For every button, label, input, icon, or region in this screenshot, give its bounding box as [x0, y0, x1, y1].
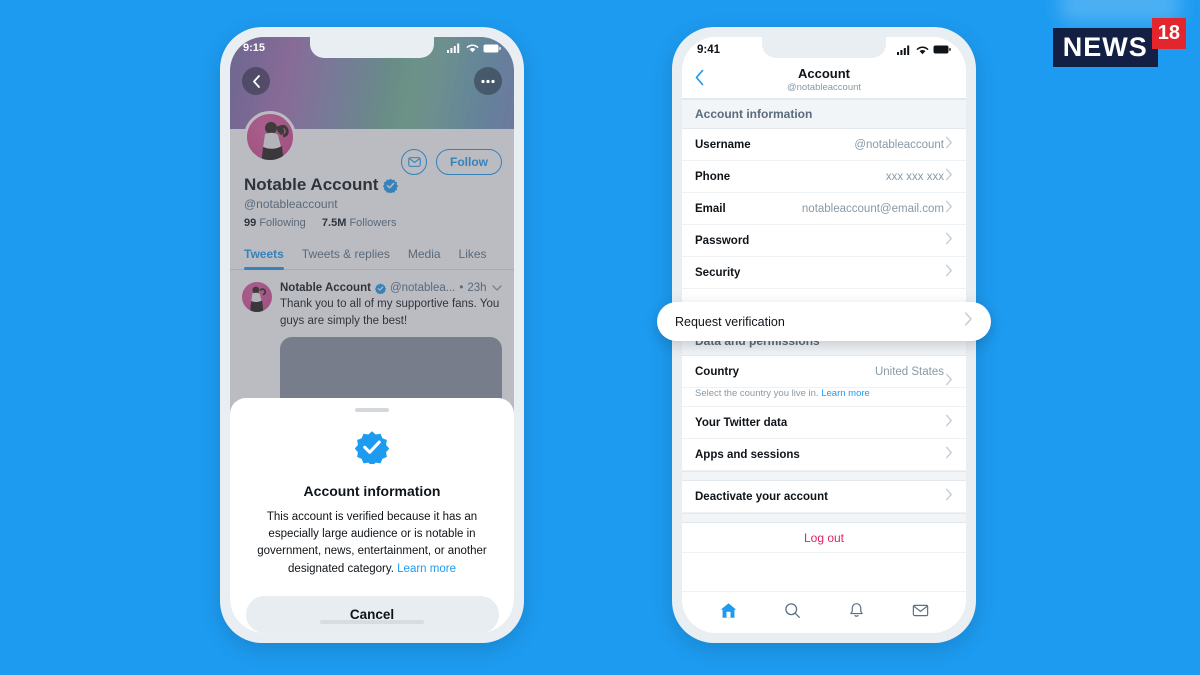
sheet-title: Account information — [303, 482, 441, 499]
profile-back-button[interactable] — [242, 67, 270, 95]
cellular-signal-icon — [447, 43, 460, 53]
chevron-right-icon — [945, 446, 953, 464]
section-spacer — [682, 513, 966, 523]
right-status-time: 9:41 — [697, 43, 721, 56]
tab-notifications[interactable] — [848, 602, 865, 624]
chevron-right-icon — [945, 488, 953, 506]
tab-search[interactable] — [784, 602, 801, 624]
home-indicator — [320, 620, 424, 624]
settings-row-label: Apps and sessions — [695, 448, 800, 461]
settings-row-value: United States — [874, 365, 944, 378]
chevron-right-icon — [945, 168, 953, 186]
section-header: Account information — [682, 99, 966, 129]
settings-row-label: Deactivate your account — [695, 490, 828, 503]
sheet-description: This account is verified because it has … — [252, 509, 492, 578]
battery-icon — [483, 44, 501, 52]
settings-row[interactable]: Deactivate your account — [682, 481, 966, 513]
news18-logo: NEWS 18 — [1052, 18, 1186, 67]
settings-row[interactable]: Country United States Select the country y… — [682, 356, 966, 407]
settings-subtitle: @notableaccount — [786, 81, 862, 93]
news18-wordmark: NEWS — [1052, 28, 1158, 67]
sheet-verified-badge — [354, 430, 390, 469]
envelope-icon — [912, 604, 928, 616]
settings-row-label: Security — [695, 266, 741, 279]
tab-messages[interactable] — [912, 602, 929, 624]
chevron-right-icon — [945, 232, 953, 250]
section-spacer — [682, 471, 966, 481]
settings-row-label: Username — [695, 138, 751, 151]
settings-row-value: notableaccount@email.com — [801, 202, 944, 215]
wifi-icon — [466, 44, 479, 53]
news18-badge: 18 — [1151, 18, 1186, 49]
chevron-right-icon — [945, 200, 953, 218]
settings-list: Account information Username @notableaccou… — [682, 99, 966, 633]
settings-row-label: Your Twitter data — [695, 416, 788, 429]
home-icon — [720, 602, 736, 618]
learn-more-link[interactable]: Learn more — [821, 388, 870, 399]
settings-row-label: Country — [695, 365, 740, 378]
settings-row-value: @notableaccount — [854, 138, 944, 151]
settings-row-label: Email — [695, 202, 726, 215]
sheet-learn-more-link[interactable]: Learn more — [397, 563, 456, 575]
chevron-right-icon — [945, 373, 953, 391]
settings-row-subtext: Select the country you live in. Learn mo… — [682, 388, 966, 407]
logout-button[interactable]: Log out — [682, 523, 966, 553]
settings-row[interactable]: Email notableaccount@email.com — [682, 193, 966, 225]
cellular-signal-icon — [897, 45, 910, 55]
settings-title: Account — [798, 65, 850, 81]
chevron-left-icon — [695, 69, 704, 86]
settings-row[interactable]: Password — [682, 225, 966, 257]
settings-row[interactable]: Security — [682, 257, 966, 289]
account-information-sheet: Account information This account is veri… — [230, 398, 514, 633]
wifi-icon — [916, 46, 929, 54]
search-icon — [784, 602, 800, 618]
chevron-right-icon — [945, 264, 953, 282]
sheet-drag-handle[interactable] — [355, 408, 389, 412]
chevron-right-icon — [964, 312, 973, 331]
left-phone-mockup: 9:15 Follow Notable Account @notableacco… — [220, 27, 524, 643]
bell-icon — [849, 602, 863, 617]
settings-navbar: Account @notableaccount — [682, 62, 966, 99]
settings-back-button[interactable] — [694, 69, 705, 91]
settings-row-label: Password — [695, 234, 750, 247]
chevron-left-icon — [252, 74, 260, 88]
settings-row[interactable]: Phone xxx xxx xxx — [682, 161, 966, 193]
settings-row-value: xxx xxx xxx — [885, 170, 944, 183]
tab-home[interactable] — [720, 602, 737, 624]
settings-row[interactable]: Your Twitter data — [682, 407, 966, 439]
left-phone-notch — [310, 37, 434, 58]
chevron-right-icon — [945, 136, 953, 154]
sheet-cancel-button[interactable]: Cancel — [245, 595, 499, 633]
screenshot-stage: NEWS 18 9:15 Follow Notable Account @not… — [0, 0, 1200, 675]
settings-row-label: Phone — [695, 170, 731, 183]
chevron-right-icon — [945, 414, 953, 432]
right-phone-notch — [762, 37, 886, 58]
left-status-time: 9:15 — [243, 42, 266, 54]
request-verification-highlight-row[interactable]: Request verification — [657, 302, 991, 341]
overflow-dots-icon — [481, 79, 495, 83]
profile-more-button[interactable] — [474, 67, 502, 95]
verified-badge-icon — [354, 431, 390, 466]
settings-row[interactable]: Apps and sessions — [682, 439, 966, 471]
request-verification-label: Request verification — [675, 314, 785, 329]
settings-row[interactable]: Username @notableaccount — [682, 129, 966, 161]
bottom-tab-bar — [682, 591, 966, 633]
battery-icon — [933, 45, 951, 54]
left-phone-screen: 9:15 Follow Notable Account @notableacco… — [230, 37, 514, 633]
